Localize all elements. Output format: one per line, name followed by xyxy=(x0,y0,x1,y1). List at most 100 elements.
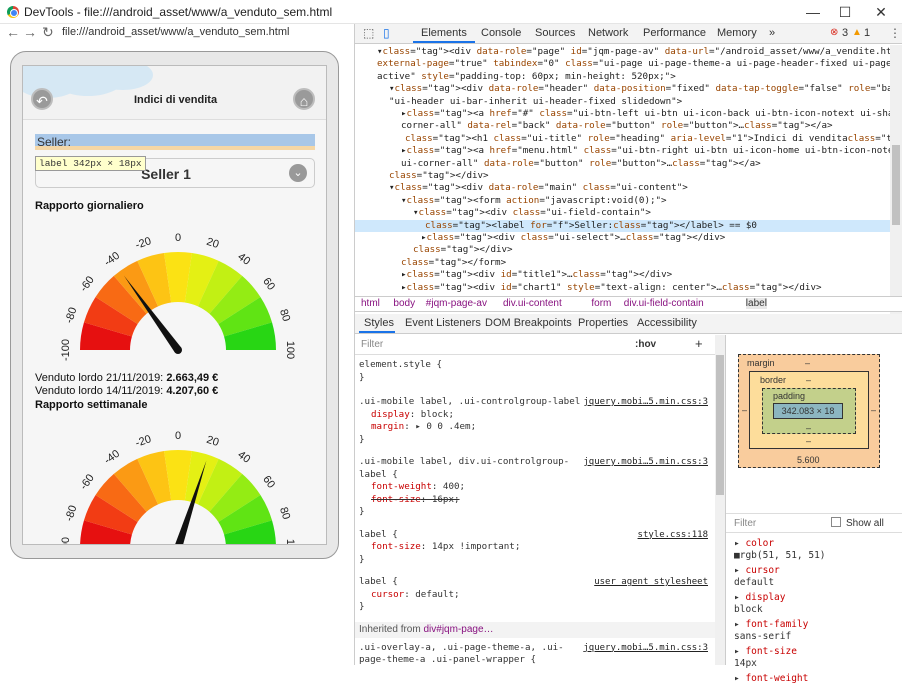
style-rule[interactable]: .ui-mobile label, div.ui-controlgroup-jq… xyxy=(359,456,714,519)
back-arrow-icon[interactable]: ← xyxy=(6,24,20,40)
reload-icon[interactable]: ↻ xyxy=(42,24,54,41)
dom-line[interactable]: ▸class="tag"><div id="title1">…class="ta… xyxy=(401,269,672,281)
gauge-tick-label: 20 xyxy=(205,434,220,449)
dom-line[interactable]: ▸class="tag"><div class="ui-select">…cla… xyxy=(421,232,725,244)
device-toolbar-icon[interactable]: ▯ xyxy=(383,26,390,40)
gauge-tick-label: 0 xyxy=(175,430,181,442)
tab-network[interactable]: Network xyxy=(588,27,628,39)
style-rule[interactable]: element.style {} xyxy=(359,359,714,384)
devtools-panel: ⬚ ▯ Elements Console Sources Network Per… xyxy=(354,24,902,684)
gauge-tick-label: 80 xyxy=(277,506,292,521)
breadcrumb-item[interactable]: #jqm-page-av xyxy=(426,298,487,309)
breadcrumb-item[interactable]: form xyxy=(591,298,611,309)
dom-line[interactable]: ▾class="tag"><div data-role="page" id="j… xyxy=(377,46,891,58)
dom-line[interactable]: class="tag"></div> xyxy=(389,170,489,182)
style-rule[interactable]: label {user agent stylesheet cursor: defa… xyxy=(359,576,714,614)
computed-property[interactable]: ▸ font-weight xyxy=(734,673,808,685)
dom-line[interactable]: class="tag"><label for="f">Seller:class=… xyxy=(355,219,891,232)
box-model-content: 342.083 × 18 xyxy=(773,403,843,419)
computed-property[interactable]: ▸ color ■rgb(51, 51, 51) xyxy=(734,538,826,562)
close-button[interactable]: ✕ xyxy=(866,2,896,22)
dom-line[interactable]: class="tag"><h1 class="ui-title" role="h… xyxy=(405,133,891,145)
tab-memory[interactable]: Memory xyxy=(717,27,757,39)
breadcrumb-item[interactable]: div.ui-field-contain xyxy=(624,298,704,309)
dom-line[interactable]: "ui-header ui-bar-inherit ui-header-fixe… xyxy=(389,96,682,108)
dom-line[interactable]: class="tag"></form> xyxy=(401,257,506,269)
dom-line[interactable]: ▾class="tag"><div data-role="main" class… xyxy=(389,182,688,194)
hov-toggle[interactable]: :hov xyxy=(635,339,656,350)
gauge-tick-label: -40 xyxy=(102,448,122,467)
subtab-styles[interactable]: Styles xyxy=(364,317,394,329)
computed-property[interactable]: ▸ display block xyxy=(734,592,786,616)
show-all-label: Show all xyxy=(846,518,884,529)
inspect-tooltip: label 342px × 18px xyxy=(35,156,146,171)
kebab-menu-icon[interactable]: ⋮ xyxy=(889,26,901,40)
subtab-event-listeners[interactable]: Event Listeners xyxy=(405,317,481,329)
tab-sources[interactable]: Sources xyxy=(535,27,575,39)
dom-line[interactable]: ▾class="tag"><form action="javascript:vo… xyxy=(401,195,667,207)
gauge-tick-label: -100 xyxy=(60,537,72,545)
style-rule[interactable]: .ui-overlay-a, .ui-page-theme-a, .ui-jqu… xyxy=(359,642,714,666)
breadcrumb-item[interactable]: html xyxy=(361,298,380,309)
styles-filter-row: Filter :hov + xyxy=(355,335,715,355)
show-all-checkbox[interactable] xyxy=(831,517,841,527)
dom-line[interactable]: ▾class="tag"><div class="ui-field-contai… xyxy=(413,207,651,219)
styles-subtabs: Styles Event Listeners DOM Breakpoints P… xyxy=(355,314,902,334)
tab-elements[interactable]: Elements xyxy=(421,27,467,39)
subtab-properties[interactable]: Properties xyxy=(578,317,628,329)
subtab-accessibility[interactable]: Accessibility xyxy=(637,317,697,329)
styles-scrollbar[interactable] xyxy=(715,335,725,665)
dom-line[interactable]: corner-all" data-rel="back" data-role="b… xyxy=(401,120,833,132)
error-icon[interactable]: ⊗ xyxy=(830,27,838,38)
computed-filter-input[interactable]: Filter xyxy=(734,518,756,529)
gauge-tick-label: -40 xyxy=(102,250,122,269)
dom-line[interactable]: ui-corner-all" data-role="button" role="… xyxy=(401,158,761,170)
dom-line[interactable]: ▸class="tag"><a href="menu.html" class="… xyxy=(401,145,891,157)
gauge-tick-label: -80 xyxy=(63,504,79,523)
subtab-dom-breakpoints[interactable]: DOM Breakpoints xyxy=(485,317,572,329)
minimize-button[interactable]: — xyxy=(798,2,828,22)
box-model-margin: margin – 5.600 – – border – – padding – … xyxy=(738,354,880,468)
forward-arrow-icon[interactable]: → xyxy=(23,24,37,40)
breadcrumb: html body #jqm-page-av div.ui-content form di… xyxy=(355,296,902,312)
gauge-tick-label: 80 xyxy=(277,308,292,323)
breadcrumb-item[interactable]: body xyxy=(393,298,415,309)
dom-line[interactable]: active" style="padding-top: 60px; min-he… xyxy=(377,71,676,83)
dom-line[interactable]: external-page="true" tabindex="0" class=… xyxy=(377,58,891,70)
computed-property[interactable]: ▸ font-size 14px xyxy=(734,646,797,670)
url-text[interactable]: file:///android_asset/www/a_venduto_sem.… xyxy=(62,26,289,38)
box-model-padding: padding – 342.083 × 18 xyxy=(762,388,856,434)
tab-console[interactable]: Console xyxy=(481,27,521,39)
dom-line[interactable]: ▸class="tag"><a href="#" class="ui-btn-l… xyxy=(401,108,891,120)
gauge-tick-label: -60 xyxy=(78,274,97,294)
warning-icon[interactable]: ▲ xyxy=(852,27,862,38)
dom-line[interactable]: ▸class="tag"><div id="chart1" style="tex… xyxy=(401,282,822,294)
maximize-button[interactable]: ☐ xyxy=(830,2,860,22)
gauge-tick-label: 40 xyxy=(235,449,252,466)
computed-property[interactable]: ▸ font-family sans-serif xyxy=(734,619,808,643)
styles-filter-input[interactable]: Filter xyxy=(361,339,383,350)
gauge-tick-label: -80 xyxy=(63,306,79,325)
styles-pane[interactable]: element.style {} .ui-mobile label, .ui-co… xyxy=(355,356,715,665)
gauge-tick-label: 100 xyxy=(284,539,296,545)
dom-tree[interactable]: ▾class="tag"><div data-role="page" id="j… xyxy=(355,45,891,315)
gauge-tick-label: 100 xyxy=(284,341,296,359)
style-rule[interactable]: .ui-mobile label, .ui-controlgroup-label… xyxy=(359,396,714,446)
add-rule-button[interactable]: + xyxy=(695,336,703,351)
more-tabs-icon[interactable]: » xyxy=(769,27,775,39)
dom-scrollbar[interactable] xyxy=(890,45,902,315)
gauge-tick-label: 60 xyxy=(260,276,277,293)
seller-label: Seller: xyxy=(35,134,315,150)
style-rule[interactable]: label {style.css:118 font-size: 14px !imp… xyxy=(359,529,714,567)
tab-performance[interactable]: Performance xyxy=(643,27,706,39)
inspect-element-icon[interactable]: ⬚ xyxy=(363,26,374,40)
devtools-toolbar: ⬚ ▯ Elements Console Sources Network Per… xyxy=(355,24,902,44)
daily-gauge: -100 -80 -60 -40 -20 0 20 40 6080 100 xyxy=(60,232,296,361)
dom-line[interactable]: class="tag"></div> xyxy=(413,244,513,256)
breadcrumb-item[interactable]: div.ui-content xyxy=(503,298,562,309)
app-screen: ↶ ⌂ Indici di vendita Seller: Seller 1 ⌄… xyxy=(22,65,327,545)
gauge-hub xyxy=(174,346,182,354)
dom-line[interactable]: ▾class="tag"><div data-role="header" dat… xyxy=(389,83,891,95)
breadcrumb-item[interactable]: label xyxy=(745,298,767,309)
computed-property[interactable]: ▸ cursor default xyxy=(734,565,780,589)
